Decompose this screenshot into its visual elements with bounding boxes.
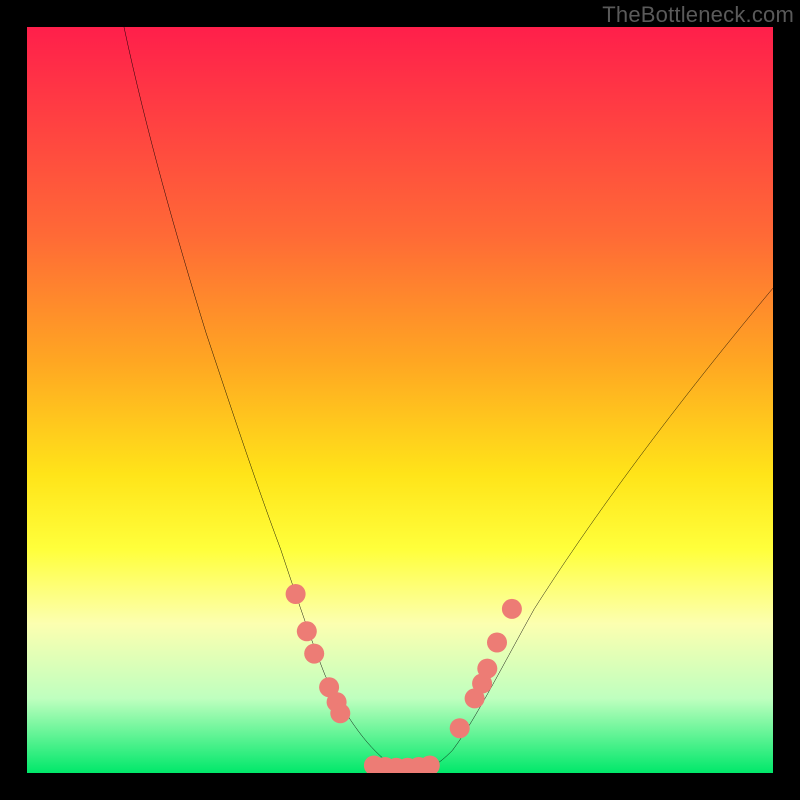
chart-frame: TheBottleneck.com bbox=[0, 0, 800, 800]
curve-marker bbox=[450, 718, 470, 738]
curve-marker bbox=[502, 599, 522, 619]
plot-area bbox=[27, 27, 773, 773]
watermark-text: TheBottleneck.com bbox=[602, 2, 794, 28]
curve-marker bbox=[286, 584, 306, 604]
marker-layer bbox=[27, 27, 773, 773]
curve-marker bbox=[330, 703, 350, 723]
curve-marker bbox=[297, 621, 317, 641]
curve-marker bbox=[477, 659, 497, 679]
curve-marker bbox=[487, 633, 507, 653]
curve-marker bbox=[304, 644, 324, 664]
